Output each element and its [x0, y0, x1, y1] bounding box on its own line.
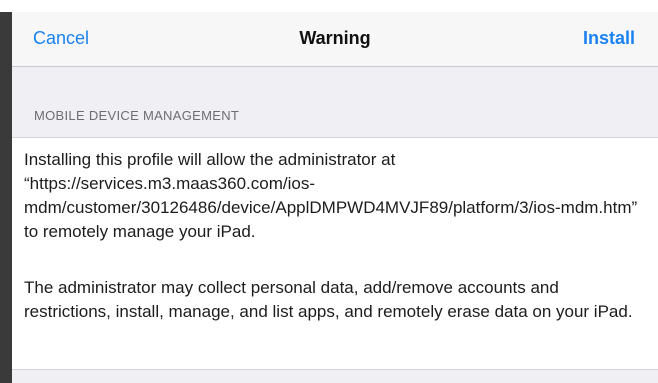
warning-paragraph-remote-management: Installing this profile will allow the a…: [24, 150, 638, 241]
background-strip-left: [0, 12, 12, 383]
modal-title: Warning: [299, 28, 371, 48]
warning-paragraph-data-collection: The administrator may collect personal d…: [24, 278, 633, 321]
warning-message-body: Installing this profile will allow the a…: [12, 137, 658, 370]
navigation-bar: Cancel Warning Install: [12, 12, 658, 67]
install-button[interactable]: Install: [583, 28, 635, 49]
background-strip-top: [0, 0, 658, 12]
section-header: MOBILE DEVICE MANAGEMENT: [34, 108, 240, 123]
warning-modal: Cancel Warning Install MOBILE DEVICE MAN…: [12, 12, 658, 383]
